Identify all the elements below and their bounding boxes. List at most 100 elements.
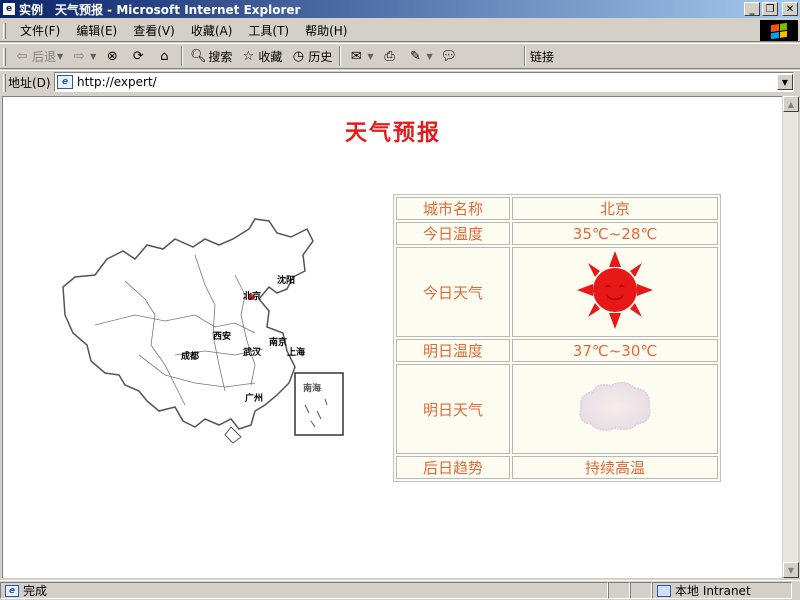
sun-icon <box>577 251 653 329</box>
row-label-today-temp: 今日温度 <box>396 222 510 245</box>
map-label-guangzhou: 广州 <box>245 394 264 404</box>
weather-table: 城市名称 北京 今日温度 35℃~28℃ 今日天气 明日温度 37℃~30℃ 明… <box>393 194 721 482</box>
mail-icon: ✉ <box>350 48 362 64</box>
window-title: 实例 天气预报 - Microsoft Internet Explorer <box>19 2 301 17</box>
address-url[interactable]: http://expert/ <box>77 75 777 89</box>
table-row: 明日天气 <box>396 364 718 454</box>
restore-button[interactable]: ❐ <box>762 2 778 16</box>
map-label-nanhai: 南海 <box>303 384 322 394</box>
row-value-today-temp: 35℃~28℃ <box>512 222 718 245</box>
history-icon: ◷ <box>292 48 305 64</box>
cloud-icon <box>579 381 651 431</box>
links-button[interactable]: 链接 <box>530 48 554 65</box>
edit-icon: ✎ <box>410 48 421 64</box>
close-button[interactable]: ✕ <box>782 2 798 16</box>
forward-dropdown-icon[interactable]: ▼ <box>90 52 96 61</box>
favorites-icon: ☆ <box>242 48 255 64</box>
address-label: 地址(D) <box>8 76 51 90</box>
map-label-chengdu: 成都 <box>181 352 200 362</box>
map-label-beijing: 北京 <box>243 292 262 302</box>
mail-dropdown-icon[interactable]: ▼ <box>367 52 373 61</box>
scroll-down-icon[interactable]: ▼ <box>783 562 799 578</box>
status-main: e 完成 <box>0 582 608 599</box>
toolbar-separator <box>181 46 184 66</box>
status-zone: 本地 Intranet <box>652 582 792 599</box>
discuss-button[interactable]: 💬︎ <box>437 45 463 67</box>
map-label-nanjing: 南京 <box>269 338 288 348</box>
stop-button[interactable]: ⊗ <box>100 45 126 67</box>
edit-dropdown-icon[interactable]: ▼ <box>427 52 433 61</box>
address-bar: 地址(D) e http://expert/ ▼ <box>0 70 800 94</box>
map-label-shenyang: 沈阳 <box>277 276 296 286</box>
table-row: 今日温度 35℃~28℃ <box>396 222 718 245</box>
stop-icon: ⊗ <box>106 48 118 64</box>
edit-button[interactable]: ✎ ▼ <box>404 45 437 67</box>
menu-view[interactable]: 查看(V) <box>125 22 183 40</box>
map-label-xian: 西安 <box>213 332 232 342</box>
history-button[interactable]: ◷ 历史 <box>286 45 336 67</box>
address-input[interactable]: e http://expert/ ▼ <box>54 72 794 92</box>
menu-tools[interactable]: 工具(T) <box>240 22 297 40</box>
home-icon: ⌂ <box>160 48 169 64</box>
back-label: 后退 <box>32 49 57 64</box>
history-label: 历史 <box>308 49 333 64</box>
forward-button[interactable]: ⇨ ▼ <box>67 45 100 67</box>
menu-favorites[interactable]: 收藏(A) <box>183 22 241 40</box>
table-row: 今日天气 <box>396 247 718 337</box>
vertical-scrollbar[interactable]: ▲ ▼ <box>782 96 799 578</box>
page-title: 天气预报 <box>344 120 441 146</box>
ie-window: e 实例 天气预报 - Microsoft Internet Explorer … <box>0 0 800 600</box>
menu-file[interactable]: 文件(F) <box>12 22 68 40</box>
home-button[interactable]: ⌂ <box>152 45 178 67</box>
search-icon: 🔍︎ <box>190 48 207 64</box>
row-value-tomorrow-weather <box>512 364 718 454</box>
back-dropdown-icon[interactable]: ▼ <box>57 52 63 61</box>
table-row: 明日温度 37℃~30℃ <box>396 339 718 362</box>
row-value-today-weather <box>512 247 718 337</box>
menu-bar: 文件(F) 编辑(E) 查看(V) 收藏(A) 工具(T) 帮助(H) <box>0 20 800 42</box>
windows-logo <box>760 20 798 41</box>
toolbar-grip[interactable] <box>3 48 6 66</box>
search-button[interactable]: 🔍︎ 搜索 <box>186 45 236 67</box>
table-row: 后日趋势 持续高温 <box>396 456 718 479</box>
refresh-icon: ⟳ <box>132 48 144 64</box>
menu-edit[interactable]: 编辑(E) <box>68 22 125 40</box>
map-label-wuhan: 武汉 <box>243 348 262 358</box>
row-label-today-weather: 今日天气 <box>396 247 510 337</box>
china-map-outline <box>62 218 344 444</box>
status-bar: e 完成 本地 Intranet <box>0 580 800 600</box>
title-bar[interactable]: e 实例 天气预报 - Microsoft Internet Explorer … <box>0 0 800 18</box>
china-map: 北京 沈阳 西安 南京 上海 成都 武汉 广州 南海 <box>55 215 355 460</box>
row-value-trend: 持续高温 <box>512 456 718 479</box>
row-label-trend: 后日趋势 <box>396 456 510 479</box>
favorites-label: 收藏 <box>258 49 283 64</box>
page-content: 天气预报 北京 沈阳 西安 南京 上海 成都 武汉 广州 南海 城市名称 北京 … <box>2 96 782 578</box>
table-row: 城市名称 北京 <box>396 197 718 220</box>
mail-button[interactable]: ✉ ▼ <box>344 45 377 67</box>
row-label-city: 城市名称 <box>396 197 510 220</box>
menu-help[interactable]: 帮助(H) <box>297 22 355 40</box>
menu-grip[interactable] <box>3 23 6 39</box>
status-text: 完成 <box>23 584 48 598</box>
minimize-button[interactable]: _ <box>744 2 760 16</box>
print-button[interactable]: ⎙ <box>378 45 404 67</box>
favorites-button[interactable]: ☆ 收藏 <box>236 45 286 67</box>
row-value-city: 北京 <box>512 197 718 220</box>
forward-arrow-icon: ⇨ <box>73 48 85 64</box>
status-segment <box>630 582 652 599</box>
address-grip[interactable] <box>3 74 6 92</box>
toolbar-separator <box>339 46 342 66</box>
refresh-button[interactable]: ⟳ <box>126 45 152 67</box>
status-zone-text: 本地 Intranet <box>675 584 751 598</box>
scroll-up-icon[interactable]: ▲ <box>783 96 799 112</box>
windows-flag-icon <box>771 22 787 39</box>
page-icon: e <box>57 75 73 89</box>
row-label-tomorrow-temp: 明日温度 <box>396 339 510 362</box>
map-label-shanghai: 上海 <box>287 348 306 358</box>
address-dropdown-icon[interactable]: ▼ <box>777 74 793 90</box>
ie-app-icon[interactable]: e <box>2 2 16 16</box>
intranet-zone-icon <box>657 584 671 597</box>
row-value-tomorrow-temp: 37℃~30℃ <box>512 339 718 362</box>
standard-toolbar: ⇦ 后退 ▼ ⇨ ▼ ⊗ ⟳ ⌂ 🔍︎ 搜索 ☆ 收藏 ◷ 历史 ✉ ▼ ⎙ ✎… <box>0 43 800 69</box>
back-button[interactable]: ⇦ 后退 ▼ <box>10 45 67 67</box>
